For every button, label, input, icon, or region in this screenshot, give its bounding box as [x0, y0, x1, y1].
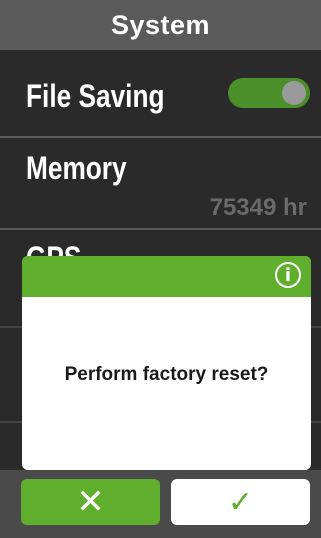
- check-icon: ✓: [227, 485, 254, 519]
- toggle-knob: [282, 81, 306, 105]
- page-title: System: [0, 0, 321, 50]
- screen: System File Saving Memory 75349 hr GPS i…: [0, 0, 321, 538]
- dialog-message: Perform factory reset?: [64, 364, 269, 385]
- memory-value: 75349 hr: [209, 194, 307, 221]
- gps-label: GPS: [26, 240, 81, 256]
- dialog-header: i: [22, 256, 311, 297]
- memory-label: Memory: [26, 150, 127, 186]
- info-icon: i: [275, 262, 301, 288]
- cancel-button[interactable]: ✕: [21, 479, 160, 525]
- close-icon: ✕: [76, 483, 105, 521]
- factory-reset-dialog: i Perform factory reset?: [22, 256, 311, 470]
- file-saving-label: File Saving: [26, 78, 165, 114]
- confirm-button[interactable]: ✓: [171, 479, 310, 525]
- file-saving-toggle[interactable]: [228, 78, 310, 108]
- gps-row[interactable]: GPS: [0, 230, 321, 256]
- memory-row[interactable]: Memory 75349 hr: [0, 138, 321, 228]
